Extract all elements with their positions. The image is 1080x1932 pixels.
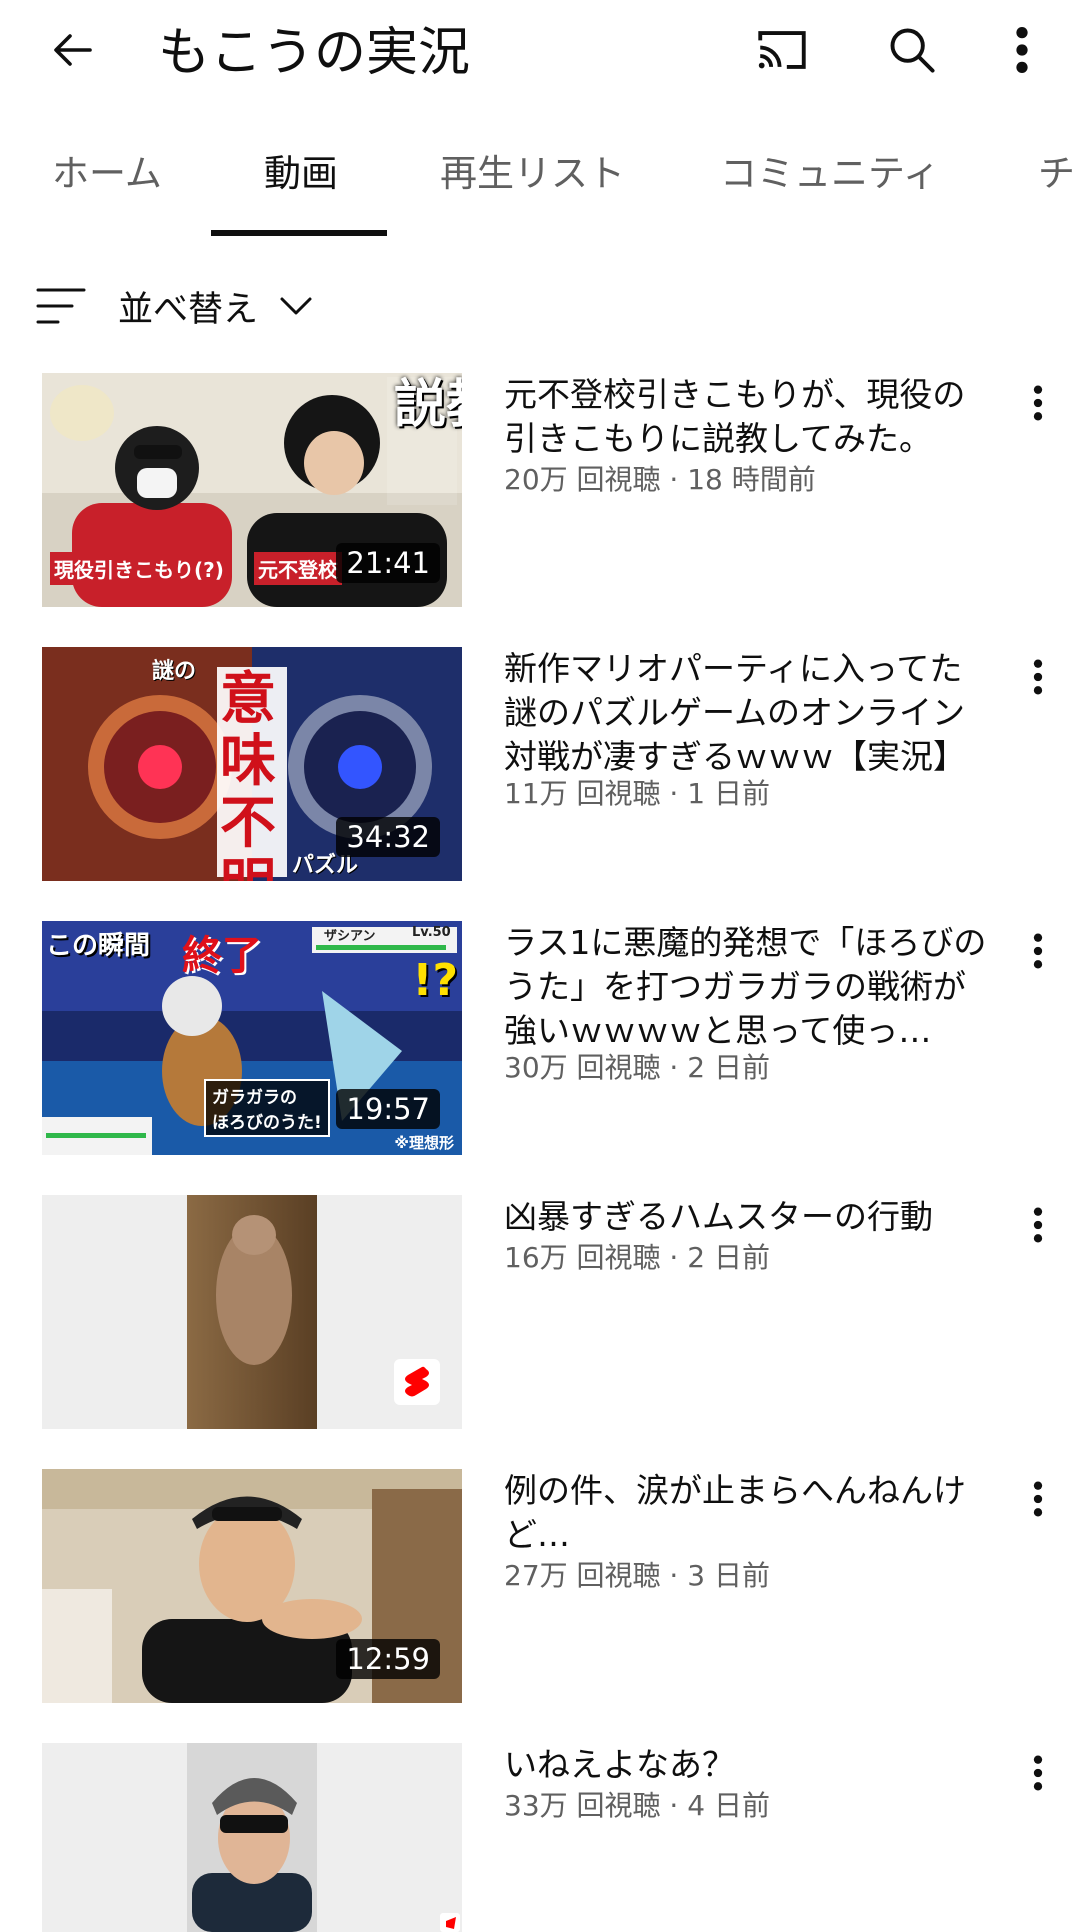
video-thumbnail[interactable] <box>42 1195 462 1429</box>
thumbnail-caption: 説教 <box>394 375 462 435</box>
video-menu-button[interactable] <box>1018 1195 1058 1255</box>
video-meta: 20万 回視聴 · 18 時間前 <box>504 463 816 496</box>
thumbnail-caption: !? <box>412 955 458 1006</box>
thumbnail-caption: Lv.50 <box>412 925 451 940</box>
active-tab-indicator <box>211 230 387 236</box>
thumbnail-caption: ※理想形 <box>394 1134 454 1152</box>
search-button[interactable] <box>880 18 944 82</box>
video-meta: 27万 回視聴 · 3 日前 <box>504 1559 770 1592</box>
video-thumbnail[interactable]: 説教 現役引きこもり(?) 元不登校 21:41 <box>42 373 462 607</box>
shorts-icon <box>405 1366 429 1397</box>
video-title[interactable]: 凶暴すぎるハムスターの行動 <box>504 1195 994 1239</box>
video-duration: 12:59 <box>336 1639 440 1679</box>
thumbnail-caption: この瞬間 <box>46 931 151 961</box>
channel-tabs: ホーム 動画 再生リスト コミュニティ チャ <box>0 118 1080 238</box>
video-thumbnail[interactable]: この瞬間 終了 !? ザシアン Lv.50 ガラガラの ほろびのうた! ※理想形… <box>42 921 462 1155</box>
video-thumbnail[interactable] <box>42 1743 462 1932</box>
arrow-left-icon <box>54 34 92 66</box>
video-title[interactable]: 例の件、涙が止まらへんねんけど… <box>504 1469 994 1557</box>
video-menu-button[interactable] <box>1018 921 1058 981</box>
thumbnail-caption: 謎の <box>152 659 197 684</box>
thumbnail-caption: 現役引きこもり(?) <box>50 552 228 585</box>
thumbnail-caption: 意味不明 <box>220 667 276 882</box>
video-thumbnail[interactable]: 12:59 <box>42 1469 462 1703</box>
thumbnail-caption: 終了 <box>182 933 262 979</box>
video-meta: 30万 回視聴 · 2 日前 <box>504 1051 770 1084</box>
thumbnail-caption-box: ガラガラの ほろびのうた! <box>204 1079 330 1137</box>
sort-label: 並べ替え <box>118 289 259 330</box>
video-menu-button[interactable] <box>1018 1469 1058 1529</box>
cast-button[interactable] <box>750 18 814 82</box>
video-menu-button[interactable] <box>1018 373 1058 433</box>
video-item[interactable]: いねえよなあ？ 33万 回視聴 · 4 日前 <box>0 1743 1080 1932</box>
video-item[interactable]: 説教 現役引きこもり(?) 元不登校 21:41 元不登校引きこもりが、現役の引… <box>0 373 1080 613</box>
tab-home[interactable]: ホーム <box>52 146 162 202</box>
back-button[interactable] <box>44 18 104 82</box>
video-meta: 33万 回視聴 · 4 日前 <box>504 1789 770 1822</box>
tab-channels[interactable]: チャ <box>1038 146 1080 202</box>
thumbnail-caption: ザシアン <box>324 929 376 944</box>
video-thumbnail[interactable]: 謎の 意味不明 パズル 34:32 <box>42 647 462 881</box>
more-vertical-icon <box>1033 1207 1043 1243</box>
more-vertical-icon <box>1033 659 1043 695</box>
video-menu-button[interactable] <box>1018 1743 1058 1803</box>
thumbnail-image <box>42 1743 462 1932</box>
chevron-down-icon <box>280 297 312 315</box>
video-meta: 11万 回視聴 · 1 日前 <box>504 777 770 810</box>
video-title[interactable]: 元不登校引きこもりが、現役の引きこもりに説教してみた。 <box>504 373 994 461</box>
video-duration: 21:41 <box>336 543 440 583</box>
video-item[interactable]: 謎の 意味不明 パズル 34:32 新作マリオパーティに入ってた謎のパズルゲーム… <box>0 647 1080 887</box>
tab-community[interactable]: コミュニティ <box>720 146 940 202</box>
more-vertical-icon <box>1033 1755 1043 1791</box>
thumbnail-caption: ほろびのうた! <box>212 1113 322 1133</box>
video-meta: 16万 回視聴 · 2 日前 <box>504 1241 770 1274</box>
video-title[interactable]: いねえよなあ？ <box>504 1743 994 1787</box>
video-duration: 34:32 <box>336 817 440 857</box>
video-title[interactable]: 新作マリオパーティに入ってた謎のパズルゲームのオンライン対戦が凄すぎるｗｗｗ【実… <box>504 647 994 779</box>
video-duration: 19:57 <box>336 1089 440 1129</box>
cast-icon <box>758 31 806 69</box>
thumbnail-caption: 元不登校 <box>254 552 342 585</box>
more-options-button[interactable] <box>990 18 1054 82</box>
more-vertical-icon <box>1033 933 1043 969</box>
video-item[interactable]: 12:59 例の件、涙が止まらへんねんけど… 27万 回視聴 · 3 日前 <box>0 1469 1080 1709</box>
tab-videos[interactable]: 動画 <box>264 146 338 202</box>
sort-button[interactable]: 並べ替え <box>36 276 314 336</box>
video-title[interactable]: ラス1に悪魔的発想で「ほろびのうた」を打つガラガラの戦術が強いｗｗｗｗと思って使… <box>504 921 994 1053</box>
more-vertical-icon <box>1033 385 1043 421</box>
tab-playlists[interactable]: 再生リスト <box>440 146 625 202</box>
video-item[interactable]: 凶暴すぎるハムスターの行動 16万 回視聴 · 2 日前 <box>0 1195 1080 1435</box>
shorts-badge <box>394 1359 440 1405</box>
thumbnail-caption: ガラガラの <box>212 1088 297 1108</box>
video-item[interactable]: この瞬間 終了 !? ザシアン Lv.50 ガラガラの ほろびのうた! ※理想形… <box>0 921 1080 1161</box>
sort-icon <box>36 288 86 324</box>
app-header: もこうの実況 <box>0 0 1080 110</box>
more-vertical-icon <box>1033 1481 1043 1517</box>
more-vertical-icon <box>1016 27 1028 73</box>
channel-title: もこうの実況 <box>158 23 471 83</box>
video-menu-button[interactable] <box>1018 647 1058 707</box>
search-icon <box>890 28 935 73</box>
